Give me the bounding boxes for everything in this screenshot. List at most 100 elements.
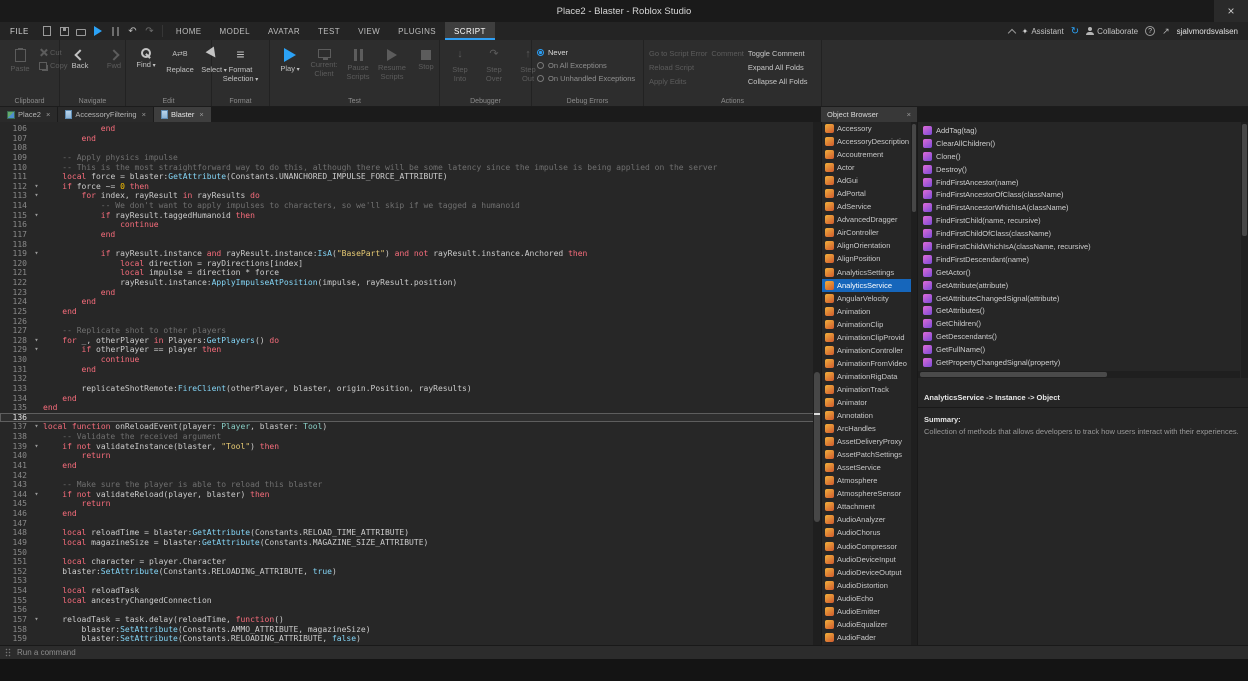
member-item[interactable]: Clone() — [918, 150, 1240, 163]
class-item-audiodeviceoutput[interactable]: AudioDeviceOutput — [822, 566, 917, 579]
class-item-alignorientation[interactable]: AlignOrientation — [822, 239, 917, 252]
debug-errors-never-radio[interactable]: Never — [537, 46, 638, 59]
class-item-accoutrement[interactable]: Accoutrement — [822, 148, 917, 161]
scrollbar-thumb[interactable] — [1242, 124, 1247, 236]
code-line[interactable]: 142 — [0, 471, 821, 481]
quick-pause-button[interactable] — [107, 22, 124, 40]
code-line[interactable]: 159 blaster:SetAttribute(Constants.RELOA… — [0, 634, 821, 644]
class-item-adservice[interactable]: AdService — [822, 200, 917, 213]
code-line[interactable]: 139▾ if not validateInstance(blaster, "T… — [0, 442, 821, 452]
class-item-analyticssettings[interactable]: AnalyticsSettings — [822, 266, 917, 279]
file-menu[interactable]: FILE — [0, 22, 39, 40]
code-line[interactable]: 152 blaster:SetAttribute(Constants.RELOA… — [0, 567, 821, 577]
fold-arrow-icon[interactable]: ▾ — [30, 249, 43, 259]
member-item[interactable]: GetActor() — [918, 266, 1240, 279]
class-item-audiofader[interactable]: AudioFader — [822, 631, 917, 644]
close-tab-icon[interactable]: × — [46, 110, 50, 119]
menu-tab-avatar[interactable]: AVATAR — [259, 22, 309, 40]
code-line[interactable]: 148 local reloadTime = blaster:GetAttrib… — [0, 528, 821, 538]
code-line[interactable]: 145 return — [0, 499, 821, 509]
class-item-audioequalizer[interactable]: AudioEqualizer — [822, 618, 917, 631]
class-item-alignposition[interactable]: AlignPosition — [822, 252, 917, 265]
close-tab-icon[interactable]: × — [907, 110, 911, 119]
member-item[interactable]: FindFirstChildOfClass(className) — [918, 227, 1240, 240]
class-item-audioanalyzer[interactable]: AudioAnalyzer — [822, 513, 917, 526]
class-item-animator[interactable]: Animator — [822, 396, 917, 409]
editor-vertical-scrollbar[interactable] — [813, 122, 821, 645]
reload-script-button[interactable]: Reload Script — [649, 63, 707, 73]
member-item[interactable]: GetFullName() — [918, 343, 1240, 356]
sync-icon[interactable] — [1071, 26, 1079, 37]
member-item[interactable]: FindFirstChild(name, recursive) — [918, 214, 1240, 227]
apply-edits-button[interactable]: Apply Edits — [649, 77, 707, 87]
class-item-atmospheresensor[interactable]: AtmosphereSensor — [822, 487, 917, 500]
code-line[interactable]: 119▾ if rayResult.instance and rayResult… — [0, 249, 821, 259]
step-into-button[interactable]: Step Into — [445, 45, 475, 94]
open-button[interactable] — [73, 22, 90, 40]
code-line[interactable]: 120 local direction = rayDirections[inde… — [0, 259, 821, 269]
class-item-actor[interactable]: Actor — [822, 161, 917, 174]
class-item-accessorydescription[interactable]: AccessoryDescription — [822, 135, 917, 148]
command-bar[interactable]: Run a command — [0, 645, 1248, 659]
code-line[interactable]: 134 end — [0, 394, 821, 404]
code-line[interactable]: 111 local force = blaster:GetAttribute(C… — [0, 172, 821, 182]
code-line[interactable]: 157▾ reloadTask = task.delay(reloadTime,… — [0, 615, 821, 625]
collapse-all-folds-button[interactable]: Collapse All Folds — [748, 77, 808, 87]
stop-button[interactable]: Stop — [411, 45, 441, 94]
code-line[interactable]: 154 local reloadTask — [0, 586, 821, 596]
new-file-button[interactable] — [39, 22, 56, 40]
code-line[interactable]: 147 — [0, 519, 821, 529]
code-line[interactable]: 107 end — [0, 134, 821, 144]
fold-arrow-icon[interactable]: ▾ — [30, 182, 43, 192]
code-line[interactable]: 156 — [0, 605, 821, 615]
member-item[interactable]: ClearAllChildren() — [918, 137, 1240, 150]
class-item-audioecho[interactable]: AudioEcho — [822, 592, 917, 605]
paste-button[interactable]: Paste — [5, 45, 35, 94]
class-item-adportal[interactable]: AdPortal — [822, 187, 917, 200]
code-line[interactable]: 113▾ for index, rayResult in rayResults … — [0, 191, 821, 201]
code-line[interactable]: 136 — [0, 413, 821, 423]
code-line[interactable]: 158 blaster:SetAttribute(Constants.AMMO_… — [0, 625, 821, 635]
comment-button[interactable]: Comment — [711, 49, 744, 59]
forward-button[interactable]: Fwd — [99, 45, 129, 94]
member-list-horizontal-scrollbar[interactable] — [918, 371, 1240, 378]
code-line[interactable]: 133 replicateShotRemote:FireClient(other… — [0, 384, 821, 394]
class-item-atmosphere[interactable]: Atmosphere — [822, 474, 917, 487]
member-item[interactable]: FindFirstAncestorWhichIsA(className) — [918, 201, 1240, 214]
format-selection-button[interactable]: Format Selection — [217, 45, 264, 94]
code-line[interactable]: 135end — [0, 403, 821, 413]
quick-play-button[interactable] — [90, 22, 107, 40]
fold-arrow-icon[interactable]: ▾ — [30, 211, 43, 221]
code-line[interactable]: 128▾ for _, otherPlayer in Players:GetPl… — [0, 336, 821, 346]
class-item-archandles[interactable]: ArcHandles — [822, 422, 917, 435]
menu-tab-model[interactable]: MODEL — [211, 22, 259, 40]
code-line[interactable]: 143 -- Make sure the player is able to r… — [0, 480, 821, 490]
code-line[interactable]: 124 end — [0, 297, 821, 307]
undo-button[interactable] — [124, 22, 141, 40]
code-line[interactable]: 125 end — [0, 307, 821, 317]
code-line[interactable]: 150 — [0, 548, 821, 558]
class-item-assetdeliveryproxy[interactable]: AssetDeliveryProxy — [822, 435, 917, 448]
class-item-audiodeviceinput[interactable]: AudioDeviceInput — [822, 553, 917, 566]
class-item-advanceddragger[interactable]: AdvancedDragger — [822, 213, 917, 226]
find-button[interactable]: Find — [131, 45, 161, 94]
doc-tab-blaster[interactable]: Blaster× — [154, 107, 212, 122]
code-line[interactable]: 109 -- Apply physics impulse — [0, 153, 821, 163]
fold-arrow-icon[interactable]: ▾ — [30, 345, 43, 355]
script-editor[interactable]: 106 end107 end108109 -- Apply physics im… — [0, 122, 821, 645]
fold-arrow-icon[interactable]: ▾ — [30, 615, 43, 625]
save-button[interactable] — [56, 22, 73, 40]
member-item[interactable]: FindFirstChildWhichIsA(className, recurs… — [918, 240, 1240, 253]
code-line[interactable]: 149 local magazineSize = blaster:GetAttr… — [0, 538, 821, 548]
code-line[interactable]: 127 -- Replicate shot to other players — [0, 326, 821, 336]
collapse-ribbon-icon[interactable] — [1007, 28, 1015, 36]
code-line[interactable]: 108 — [0, 143, 821, 153]
code-line[interactable]: 131 end — [0, 365, 821, 375]
class-item-animationtrack[interactable]: AnimationTrack — [822, 383, 917, 396]
debug-errors-all-exceptions-radio[interactable]: On All Exceptions — [537, 59, 638, 72]
menu-tab-home[interactable]: HOME — [167, 22, 211, 40]
expand-all-folds-button[interactable]: Expand All Folds — [748, 63, 808, 73]
fold-arrow-icon[interactable]: ▾ — [30, 422, 43, 432]
class-item-attachment[interactable]: Attachment — [822, 500, 917, 513]
class-item-accessory[interactable]: Accessory — [822, 122, 917, 135]
